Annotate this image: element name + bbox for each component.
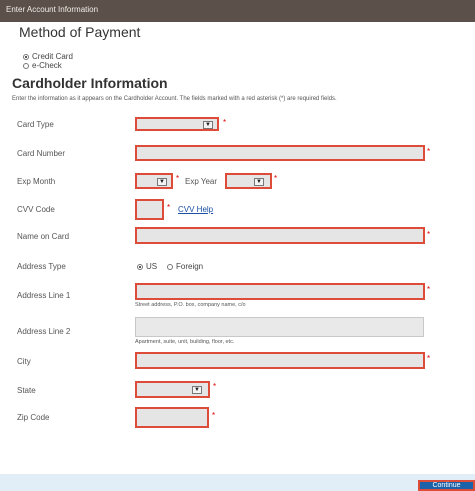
required-asterisk: * xyxy=(274,174,278,183)
name-on-card-field[interactable] xyxy=(135,227,425,244)
card-number-field[interactable] xyxy=(135,145,425,161)
address-line-1-field[interactable] xyxy=(135,283,425,300)
state-label: State xyxy=(17,386,36,395)
payment-option-credit-card[interactable]: Credit Card xyxy=(23,52,73,61)
footer-bar xyxy=(0,474,475,491)
payment-option-label: Credit Card xyxy=(32,52,73,61)
address-type-option-label: US xyxy=(146,262,158,271)
city-label: City xyxy=(17,357,31,366)
exp-year-select[interactable]: ▼ xyxy=(225,173,272,189)
header-bar: Enter Account Information xyxy=(0,0,475,22)
header-title: Enter Account Information xyxy=(6,5,99,14)
required-asterisk: * xyxy=(176,174,180,183)
required-asterisk: * xyxy=(427,285,431,294)
card-type-select[interactable]: ▼ xyxy=(135,117,219,131)
payment-option-echeck[interactable]: e-Check xyxy=(23,61,62,70)
chevron-down-icon[interactable]: ▼ xyxy=(203,121,213,129)
card-type-label: Card Type xyxy=(17,120,54,129)
cardholder-instructions: Enter the information as it appears on t… xyxy=(12,96,337,102)
chevron-down-icon[interactable]: ▼ xyxy=(157,178,167,186)
cvv-label: CVV Code xyxy=(17,205,55,214)
required-asterisk: * xyxy=(427,354,431,363)
chevron-down-icon[interactable]: ▼ xyxy=(254,178,264,186)
radio-icon[interactable] xyxy=(23,62,29,69)
cardholder-title: Cardholder Information xyxy=(12,75,168,91)
exp-month-select[interactable]: ▼ xyxy=(135,173,173,189)
address-type-us[interactable]: US xyxy=(137,262,157,271)
required-asterisk: * xyxy=(427,230,431,239)
address-line-2-hint: Apartment, suite, unit, building, floor,… xyxy=(135,339,235,345)
exp-month-label: Exp Month xyxy=(17,177,56,186)
payment-method-title: Method of Payment xyxy=(19,24,141,40)
address-line-1-label: Address Line 1 xyxy=(17,291,71,300)
chevron-down-icon[interactable]: ▼ xyxy=(192,386,202,394)
radio-icon[interactable] xyxy=(137,263,143,270)
required-asterisk: * xyxy=(167,203,171,212)
city-field[interactable] xyxy=(135,352,425,369)
zip-code-label: Zip Code xyxy=(17,413,50,422)
required-asterisk: * xyxy=(212,411,216,420)
radio-icon[interactable] xyxy=(23,53,29,60)
cvv-help-link[interactable]: CVV Help xyxy=(178,205,213,214)
continue-button[interactable]: Continue xyxy=(418,480,475,491)
required-asterisk: * xyxy=(223,118,227,127)
address-line-2-label: Address Line 2 xyxy=(17,327,71,336)
exp-year-label: Exp Year xyxy=(185,177,218,186)
card-number-label: Card Number xyxy=(17,149,66,158)
address-line-1-hint: Street address, P.O. box, company name, … xyxy=(135,302,246,308)
address-line-2-field[interactable] xyxy=(135,317,424,337)
radio-icon[interactable] xyxy=(167,263,173,270)
cvv-field[interactable] xyxy=(135,199,164,220)
payment-option-label: e-Check xyxy=(32,61,62,70)
required-asterisk: * xyxy=(213,382,217,391)
address-type-label: Address Type xyxy=(17,262,66,271)
zip-code-field[interactable] xyxy=(135,407,209,428)
address-type-option-label: Foreign xyxy=(176,262,204,271)
state-select[interactable]: ▼ xyxy=(135,381,210,398)
address-type-foreign[interactable]: Foreign xyxy=(167,262,203,271)
required-asterisk: * xyxy=(427,147,431,156)
name-on-card-label: Name on Card xyxy=(17,232,70,241)
